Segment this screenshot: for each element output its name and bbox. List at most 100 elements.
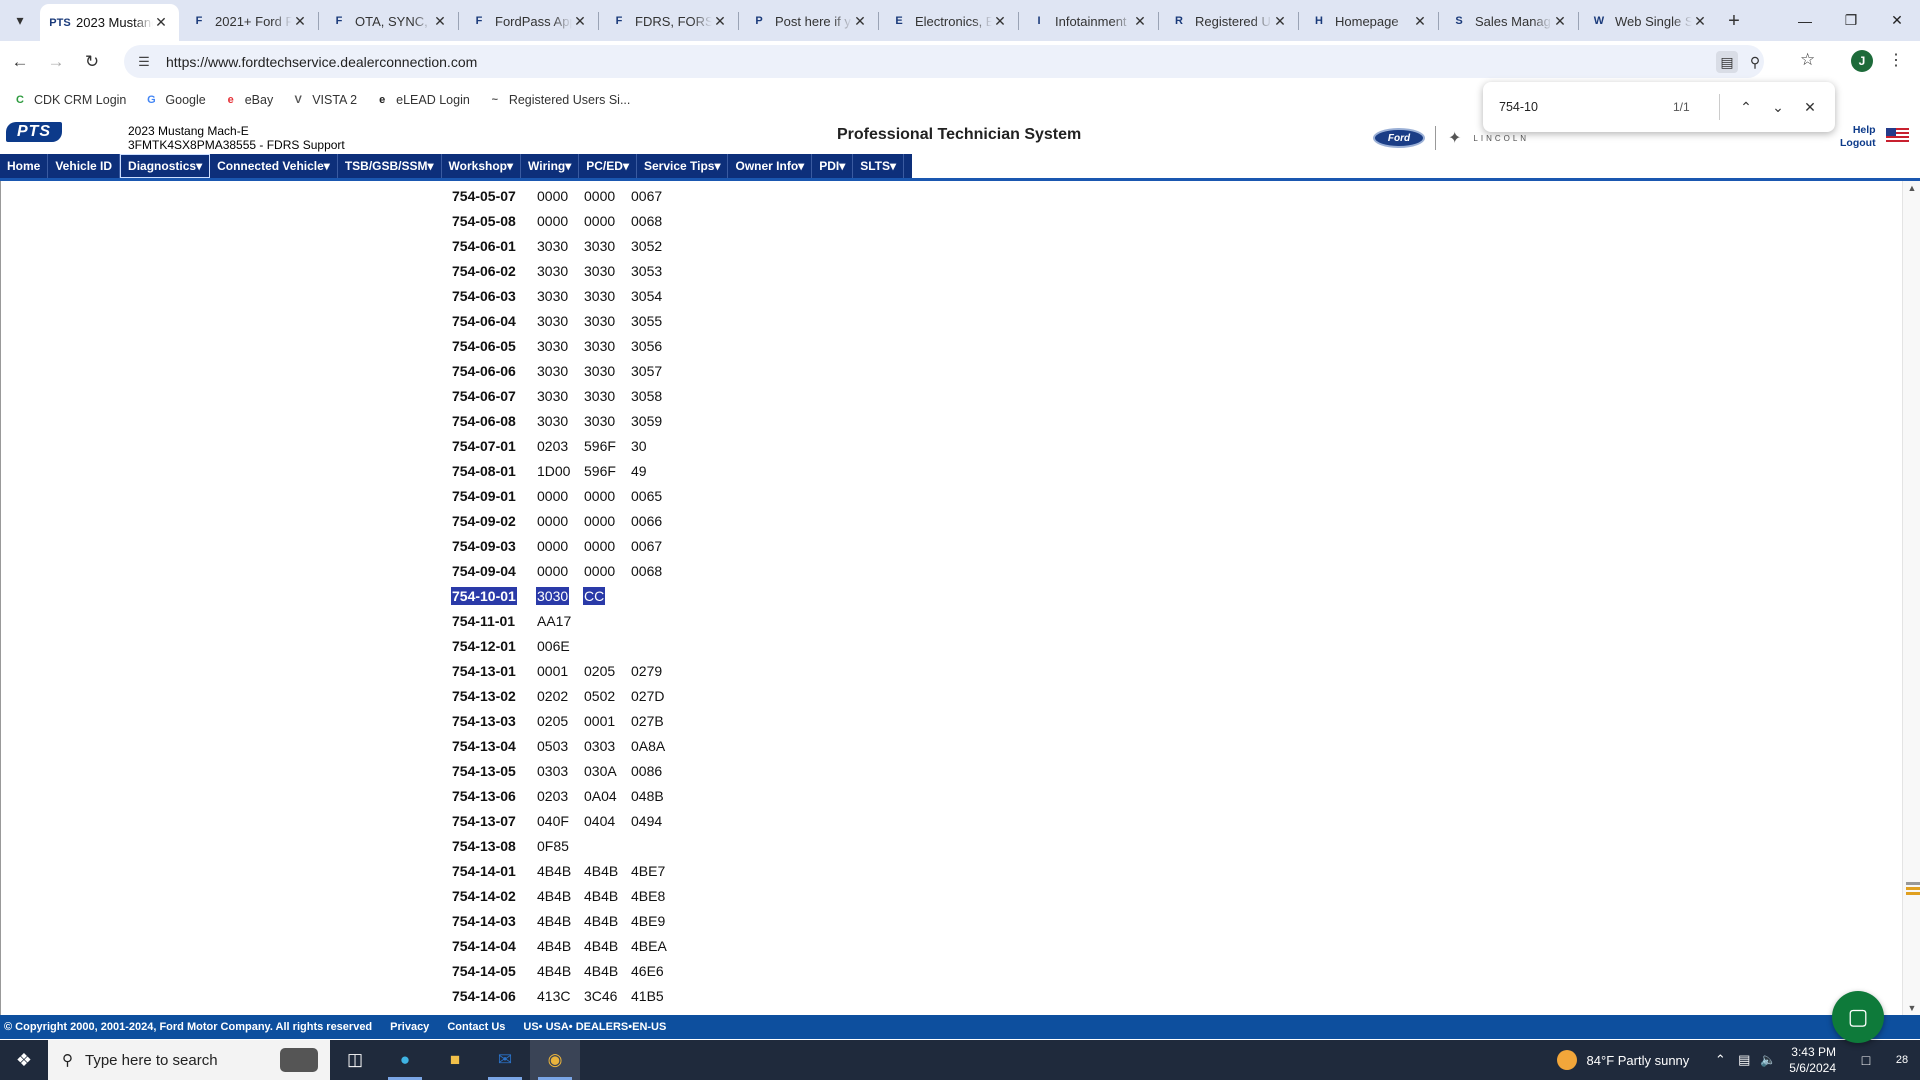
contact-us-link[interactable]: Contact Us <box>447 1021 505 1033</box>
row-id: 754-11-01 <box>452 613 537 629</box>
logout-link[interactable]: Logout <box>1840 137 1876 150</box>
bookmark-item[interactable]: ~ Registered Users Si... <box>487 92 631 108</box>
address-bar[interactable]: ☰ https://www.fordtechservice.dealerconn… <box>124 45 1764 78</box>
windows-start-icon[interactable]: ❖ <box>0 1040 48 1080</box>
tab-title: Post here if you <box>775 13 852 29</box>
bookmark-item[interactable]: e eBay <box>223 92 274 108</box>
reader-mode-icon[interactable]: ▤ <box>1716 51 1738 73</box>
scroll-up-icon[interactable]: ▲ <box>1903 183 1920 193</box>
bookmark-item[interactable]: C CDK CRM Login <box>12 92 126 108</box>
notifications-icon[interactable]: □ <box>1848 1052 1884 1068</box>
notification-count-badge[interactable]: 28 <box>1884 1054 1920 1066</box>
nav-item[interactable]: Diagnostics▾ <box>120 154 211 178</box>
tab-favicon-icon: PTS <box>49 16 71 29</box>
tab-close-icon[interactable]: ✕ <box>432 13 448 30</box>
nav-item[interactable]: PDI▾ <box>812 154 854 178</box>
browser-tab[interactable]: F 2021+ Ford F-150✕ <box>179 4 318 38</box>
browser-tab[interactable]: R Registered Users✕ <box>1159 4 1298 38</box>
row-value: 0000 <box>537 513 584 529</box>
browser-tab[interactable]: F FDRS, FORScan✕ <box>599 4 738 38</box>
outlook-icon[interactable]: ✉ <box>480 1040 530 1080</box>
content-scrollbar[interactable]: ▲ ▼ <box>1902 181 1920 1015</box>
reload-button[interactable]: ↻ <box>76 46 108 78</box>
tab-close-icon[interactable]: ✕ <box>1272 13 1288 30</box>
nav-item[interactable]: Home <box>0 154 49 178</box>
bookmark-item[interactable]: V VISTA 2 <box>290 92 358 108</box>
nav-item[interactable]: Vehicle ID <box>48 154 121 178</box>
task-view-icon[interactable]: ◫ <box>330 1040 380 1080</box>
privacy-link[interactable]: Privacy <box>390 1021 429 1033</box>
row-value-text: 3058 <box>631 387 663 404</box>
browser-tab[interactable]: P Post here if you✕ <box>739 4 878 38</box>
find-close-icon[interactable]: ✕ <box>1794 99 1826 116</box>
url-text[interactable]: https://www.fordtechservice.dealerconnec… <box>166 54 477 70</box>
zoom-icon[interactable]: ⚲ <box>1744 51 1766 73</box>
tray-overflow-icon[interactable]: ⌃ <box>1709 1052 1731 1068</box>
browser-tab[interactable]: PTS 2023 Mustang Mach-E✕ <box>40 4 179 41</box>
network-icon[interactable]: ▤ <box>1733 1052 1755 1068</box>
find-input[interactable]: 754-10 <box>1499 100 1659 114</box>
data-row: 754-14-02 4B4B 4B4B 4BE8 <box>452 883 678 908</box>
row-id: 754-06-03 <box>452 288 537 304</box>
browser-menu-icon[interactable]: ⋮ <box>1886 50 1906 72</box>
data-row: 754-07-01 0203 596F 30 <box>452 433 678 458</box>
tab-search-icon[interactable]: ▾ <box>0 0 40 41</box>
nav-item[interactable]: Wiring▾ <box>521 154 580 178</box>
browser-tab[interactable]: H Homepage ✕ <box>1299 4 1438 38</box>
nav-item[interactable]: TSB/GSB/SSM▾ <box>338 154 442 178</box>
nav-item[interactable]: Service Tips▾ <box>637 154 729 178</box>
nav-item[interactable]: SLTS▾ <box>853 154 905 178</box>
tab-close-icon[interactable]: ✕ <box>1552 13 1568 30</box>
browser-tab[interactable]: W Web Single Sign✕ <box>1579 4 1718 38</box>
volume-icon[interactable]: 🔈 <box>1757 1052 1779 1068</box>
browser-tab[interactable]: I Infotainment ✕ <box>1019 4 1158 38</box>
browser-tab[interactable]: S Sales Manager✕ <box>1439 4 1578 38</box>
bookmark-item[interactable]: e eLEAD Login <box>374 92 470 108</box>
edge-icon[interactable]: ● <box>380 1040 430 1080</box>
close-window-button[interactable]: ✕ <box>1874 0 1920 41</box>
help-link[interactable]: Help <box>1840 124 1876 137</box>
nav-item[interactable]: Owner Info▾ <box>728 154 813 178</box>
tab-close-icon[interactable]: ✕ <box>292 13 308 30</box>
tab-close-icon[interactable]: ✕ <box>852 13 868 30</box>
nav-item[interactable]: Connected Vehicle▾ <box>210 154 338 178</box>
browser-tab[interactable]: E Electronics, Elect✕ <box>879 4 1018 38</box>
row-id: 754-09-03 <box>452 538 537 554</box>
pts-logo[interactable]: PTS <box>6 122 62 142</box>
browser-tab[interactable]: F OTA, SYNC, Sync✕ <box>319 4 458 38</box>
restore-button[interactable]: ❐ <box>1828 0 1874 41</box>
bookmark-item[interactable]: G Google <box>143 92 206 108</box>
tab-close-icon[interactable]: ✕ <box>1692 13 1708 30</box>
row-id: 754-13-01 <box>452 663 537 679</box>
tab-close-icon[interactable]: ✕ <box>153 14 169 31</box>
clock[interactable]: 3:43 PM 5/6/2024 <box>1789 1044 1836 1076</box>
browser-tab[interactable]: F FordPass App ✕ <box>459 4 598 38</box>
row-value: 0205 <box>584 663 631 679</box>
chrome-icon[interactable]: ◉ <box>530 1040 580 1080</box>
nav-item[interactable]: PC/ED▾ <box>579 154 637 178</box>
profile-avatar[interactable]: J <box>1851 50 1873 72</box>
back-button[interactable]: ← <box>4 46 36 78</box>
new-tab-button[interactable]: + <box>1718 4 1750 38</box>
taskbar-search[interactable]: ⚲ Type here to search <box>48 1040 330 1080</box>
minimize-button[interactable]: — <box>1782 0 1828 41</box>
site-info-icon[interactable]: ☰ <box>132 54 156 70</box>
tab-close-icon[interactable]: ✕ <box>572 13 588 30</box>
row-value-text: 4B4B <box>584 937 619 954</box>
file-explorer-icon[interactable]: ■ <box>430 1040 480 1080</box>
bookmark-star-icon[interactable]: ☆ <box>1800 50 1815 70</box>
us-flag-icon[interactable] <box>1886 128 1909 143</box>
scroll-down-icon[interactable]: ▼ <box>1903 1003 1920 1013</box>
tab-close-icon[interactable]: ✕ <box>712 13 728 30</box>
tab-close-icon[interactable]: ✕ <box>1412 13 1428 30</box>
tab-close-icon[interactable]: ✕ <box>992 13 1008 30</box>
find-previous-icon[interactable]: ⌃ <box>1730 99 1762 116</box>
nav-item[interactable]: Workshop▾ <box>442 154 522 178</box>
system-tray: 84°F Partly sunny ⌃ ▤ 🔈 3:43 PM 5/6/2024… <box>1556 1040 1920 1080</box>
row-id: 754-14-02 <box>452 888 537 904</box>
find-next-icon[interactable]: ⌄ <box>1762 99 1794 116</box>
weather-widget[interactable]: 84°F Partly sunny <box>1556 1050 1689 1070</box>
forward-button[interactable]: → <box>40 46 72 78</box>
chat-button[interactable]: ▢ <box>1832 991 1884 1043</box>
tab-close-icon[interactable]: ✕ <box>1132 13 1148 30</box>
